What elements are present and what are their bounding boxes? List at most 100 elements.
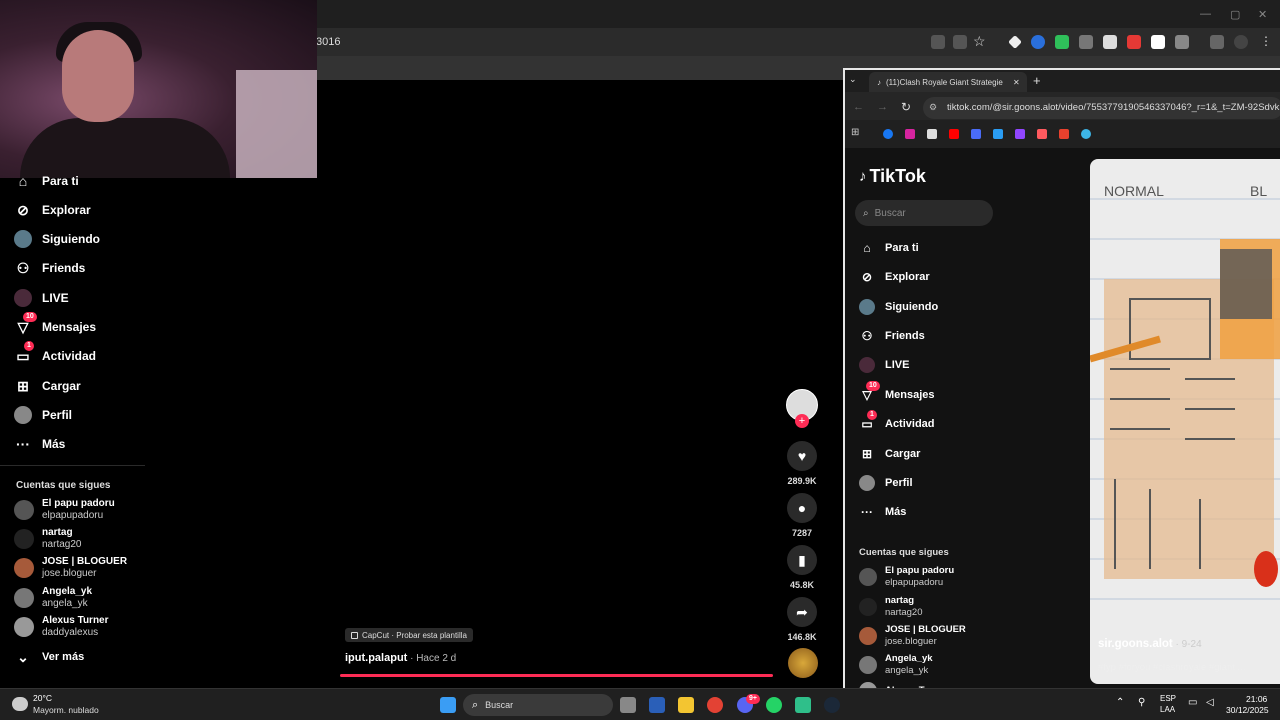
nav-perfil[interactable]: Perfil: [14, 404, 72, 426]
video-hashtags[interactable]: #fyp #foryou #clashroyale #giant ...: [1098, 662, 1245, 673]
taskbar-search[interactable]: ⌕ Buscar: [463, 694, 613, 716]
x-icon[interactable]: [927, 129, 937, 139]
new-tab-icon[interactable]: +: [1033, 73, 1041, 88]
extension-blue-icon[interactable]: [1031, 35, 1045, 49]
apps-grid-icon[interactable]: ⊞: [851, 127, 859, 138]
network-icon[interactable]: ▭: [1188, 697, 1197, 708]
maximize-icon[interactable]: ▢: [1230, 8, 1240, 21]
clock-time[interactable]: 21:06: [1246, 694, 1267, 704]
facebook-icon[interactable]: [883, 129, 893, 139]
minimize-icon[interactable]: —: [1200, 8, 1211, 20]
translate-icon[interactable]: [931, 35, 945, 49]
following-account[interactable]: El papu padoru elpapupadoru: [14, 498, 115, 522]
share-button[interactable]: ➦: [787, 597, 817, 627]
nav-siguiendo[interactable]: Siguiendo: [859, 296, 938, 318]
nav-mensajes[interactable]: ▽ 10 Mensajes: [14, 312, 96, 338]
tiktok-logo[interactable]: ♪ TikTok: [859, 166, 926, 187]
nav-para-ti[interactable]: ⌂ Para ti: [14, 170, 79, 192]
nav-explorar[interactable]: ⊘ Explorar: [14, 199, 91, 221]
nav-actividad[interactable]: ▭ 1 Actividad: [14, 341, 96, 367]
reload-icon[interactable]: ↻: [901, 100, 911, 114]
store-icon[interactable]: [649, 697, 665, 713]
weather-desc[interactable]: Mayorm. nublado: [33, 705, 99, 715]
reading-list-icon[interactable]: [1210, 35, 1224, 49]
progress-bar[interactable]: [340, 674, 773, 677]
bookmark-blue-icon[interactable]: [971, 129, 981, 139]
language[interactable]: ESP: [1160, 694, 1176, 703]
whatsapp-icon[interactable]: [766, 697, 782, 713]
extension-red-icon[interactable]: [1127, 35, 1141, 49]
nav-live[interactable]: LIVE: [14, 287, 69, 309]
extension-mask-icon[interactable]: [1079, 35, 1093, 49]
like-button[interactable]: ♥: [787, 441, 817, 471]
nav-perfil[interactable]: Perfil: [859, 472, 913, 494]
video-drawing[interactable]: NORMAL BL: [1090, 159, 1280, 684]
tray-chevron-icon[interactable]: ⌃: [1116, 697, 1124, 708]
nav-mensajes[interactable]: ▽ 10 Mensajes: [859, 381, 935, 406]
following-account[interactable]: El papu padoru elpapupadoru: [859, 565, 954, 589]
tab-list-chevron-icon[interactable]: ⌄: [849, 74, 857, 85]
bookmark-cyan-icon[interactable]: [993, 129, 1003, 139]
menu-kebab-icon[interactable]: ⋮: [1260, 34, 1272, 48]
video-author[interactable]: iput.palaput: [345, 652, 407, 664]
nav-live[interactable]: LIVE: [859, 354, 909, 376]
chrome-icon[interactable]: [707, 697, 723, 713]
following-account[interactable]: nartag nartag20: [859, 595, 923, 619]
nav-siguiendo[interactable]: Siguiendo: [14, 228, 100, 250]
microphone-icon[interactable]: ⚲: [1138, 697, 1145, 708]
following-account[interactable]: Alexus Turner daddyalexus: [14, 615, 109, 639]
sound-disc-icon[interactable]: [788, 648, 818, 678]
tab-clash-royale[interactable]: ♪ (11)Clash Royale Giant Strategie ✕: [869, 72, 1027, 92]
windows-start-icon[interactable]: [440, 697, 456, 713]
comment-button[interactable]: ●: [787, 493, 817, 523]
bookmark-star-icon[interactable]: ☆: [973, 33, 986, 50]
instagram-icon[interactable]: [905, 129, 915, 139]
extension-m-icon[interactable]: [1151, 35, 1165, 49]
following-account[interactable]: JOSE | BLOGUER jose.bloguer: [14, 556, 127, 580]
twitch-icon[interactable]: [1015, 129, 1025, 139]
nav-explorar[interactable]: ⊘ Explorar: [859, 266, 930, 288]
site-info-icon[interactable]: ⚙: [929, 102, 937, 113]
extensions-puzzle-icon[interactable]: [1175, 35, 1189, 49]
nav-actividad[interactable]: ▭ 1 Actividad: [859, 410, 935, 435]
nav-mas[interactable]: ··· Más: [14, 433, 65, 455]
forward-arrow-icon[interactable]: →: [877, 101, 888, 113]
clock-date[interactable]: 30/12/2025: [1226, 705, 1269, 715]
nav-mas[interactable]: ··· Más: [859, 501, 906, 523]
extension-grid-icon[interactable]: [1103, 35, 1117, 49]
following-account[interactable]: Angela_yk angela_yk: [859, 653, 933, 677]
tab-close-icon[interactable]: ✕: [1013, 78, 1020, 87]
youtube-icon[interactable]: [949, 129, 959, 139]
following-account[interactable]: Angela_yk angela_yk: [14, 586, 92, 610]
bookmark-red-icon[interactable]: [1037, 129, 1047, 139]
steam-icon[interactable]: [824, 697, 840, 713]
extension-shield-icon[interactable]: [1055, 35, 1069, 49]
nav-friends[interactable]: ⚇ Friends: [14, 257, 86, 279]
address-bar-text[interactable]: 3016: [316, 36, 340, 48]
nav-friends[interactable]: ⚇ Friends: [859, 325, 925, 347]
follow-plus-icon[interactable]: +: [795, 414, 809, 428]
weather-temp[interactable]: 20°C: [33, 693, 52, 703]
file-explorer-icon[interactable]: [678, 697, 694, 713]
nav-cargar[interactable]: ⊞ Cargar: [14, 375, 81, 397]
cast-icon[interactable]: [953, 35, 967, 49]
back-arrow-icon[interactable]: ←: [853, 101, 864, 113]
following-account[interactable]: JOSE | BLOGUER jose.bloguer: [859, 624, 966, 648]
see-more-button[interactable]: ⌄ Ver más: [14, 646, 84, 668]
video-author[interactable]: sir.goons.alot: [1098, 638, 1173, 650]
search-input[interactable]: ⌕ Buscar: [855, 200, 993, 226]
nav-para-ti[interactable]: ⌂ Para ti: [859, 237, 918, 259]
profile-avatar-icon[interactable]: [1234, 35, 1248, 49]
nav-cargar[interactable]: ⊞ Cargar: [859, 443, 921, 465]
task-view-icon[interactable]: [620, 697, 636, 713]
address-bar[interactable]: ⚙ tiktok.com/@sir.goons.alot/video/75537…: [923, 97, 1280, 119]
language-sub[interactable]: LAA: [1160, 705, 1175, 714]
capcut-template-tag[interactable]: CapCut · Probar esta plantilla: [345, 628, 473, 642]
close-icon[interactable]: ✕: [1258, 8, 1267, 21]
app-green-icon[interactable]: [795, 697, 811, 713]
address-url[interactable]: tiktok.com/@sir.goons.alot/video/7553779…: [947, 102, 1280, 113]
following-account[interactable]: nartag nartag20: [14, 527, 81, 551]
bookmark-globe-icon[interactable]: [1081, 129, 1091, 139]
volume-icon[interactable]: ◁: [1206, 697, 1214, 708]
pocket-icon[interactable]: [1059, 129, 1069, 139]
